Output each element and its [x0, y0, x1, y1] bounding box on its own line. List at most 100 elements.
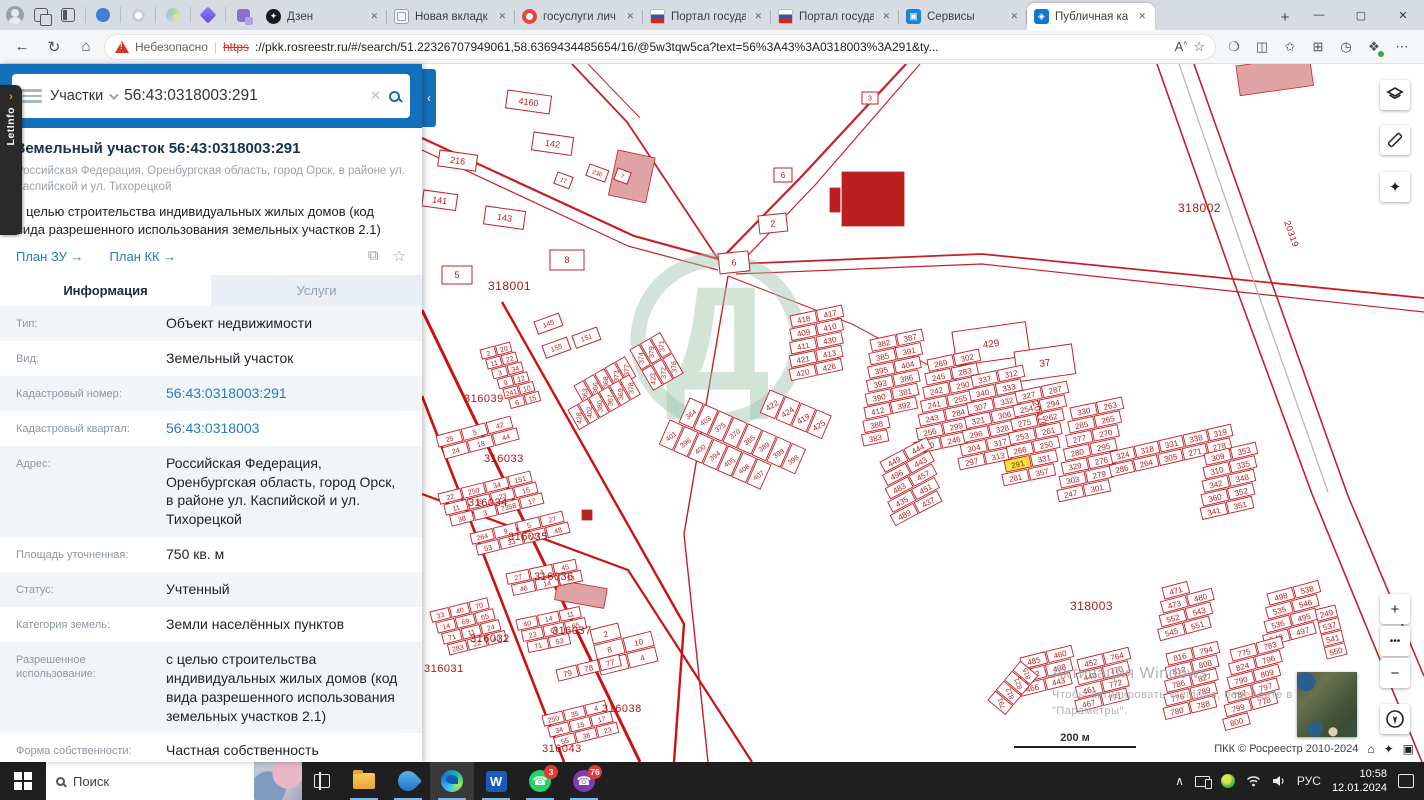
volume-icon[interactable]	[1272, 775, 1286, 787]
zoom-in-button[interactable]: +	[1380, 594, 1410, 624]
search-highlight-image[interactable]	[254, 762, 302, 800]
divider	[85, 7, 86, 23]
refresh-icon[interactable]: ↻	[40, 33, 68, 61]
edge-taskbar-icon[interactable]	[430, 762, 474, 800]
clear-search-icon[interactable]: ✕	[370, 88, 381, 104]
zoom-out-button[interactable]: −	[1380, 658, 1410, 688]
extension-diamond-icon[interactable]	[198, 5, 218, 25]
url-scheme: https	[223, 39, 250, 54]
tab-close-icon[interactable]: ✕	[752, 10, 764, 23]
browser-tab[interactable]: Публичная ка ✕	[1027, 3, 1155, 30]
panel-collapse-button[interactable]: ‹	[422, 69, 436, 127]
cast-device-icon[interactable]	[1194, 775, 1212, 789]
info-row-value-link[interactable]: 56:43:0318003:291	[166, 384, 406, 403]
browser-tab[interactable]: госуслуги лич ✕	[515, 3, 643, 30]
maximize-button[interactable]: ▢	[1340, 0, 1382, 30]
antivirus-icon[interactable]	[1220, 774, 1235, 788]
tab-title: Дзен	[287, 10, 314, 23]
info-row: Статус: Учтенный	[0, 572, 422, 608]
marker-button[interactable]: ✦	[1380, 172, 1410, 202]
tray-chevron-icon[interactable]: ∧	[1175, 774, 1184, 788]
star-icon[interactable]: ✦	[1384, 742, 1394, 756]
info-row-value-link[interactable]: 56:43:0318003	[166, 419, 406, 438]
explorer-taskbar-icon[interactable]	[342, 762, 386, 800]
svg-text:250: 250	[467, 487, 480, 497]
letinfo-sidebar-tab[interactable]: › LetInfo	[0, 85, 22, 235]
locate-button[interactable]	[1380, 704, 1410, 734]
tab-close-icon[interactable]: ✕	[1136, 10, 1148, 23]
tab-close-icon[interactable]: ✕	[624, 10, 636, 23]
star-icon[interactable]: ☆	[393, 247, 406, 265]
divider	[190, 7, 191, 23]
wifi-icon[interactable]	[1246, 775, 1261, 787]
favorite-star-icon[interactable]: ☆	[1193, 39, 1205, 55]
settings-more-icon[interactable]: ⋯	[1388, 33, 1416, 61]
browser-tab-strip: Дзен✕Новая вкладк✕госуслуги лич✕Портал г…	[0, 0, 1424, 30]
viber-taskbar-icon[interactable]: ☎ 76	[562, 762, 606, 800]
image-layer-icon[interactable]: ▣	[1403, 742, 1414, 756]
favorites-icon[interactable]: ✩	[1276, 33, 1304, 61]
task-view-button[interactable]	[302, 762, 342, 800]
tab-close-icon[interactable]: ✕	[368, 10, 380, 23]
plan-kk-link[interactable]: План КК →	[110, 249, 177, 264]
new-tab-button[interactable]: +	[1272, 4, 1298, 30]
map-canvas[interactable]: Д 4160 142 141 143 216 2 6 8 5 429 37 145 155 151 17 236…	[422, 64, 1424, 762]
photos-taskbar-icon[interactable]	[386, 762, 430, 800]
language-indicator[interactable]: РУС	[1297, 774, 1321, 788]
clock[interactable]: 10:58 12.01.2024	[1332, 767, 1387, 796]
browser-tab[interactable]: Сервисы ✕	[899, 3, 1027, 30]
extension-ring-icon[interactable]	[128, 5, 148, 25]
read-aloud-icon[interactable]: A˄	[1175, 39, 1188, 54]
svg-text:374: 374	[638, 352, 645, 364]
browser-tab[interactable]: Портал госуда ✕	[643, 3, 771, 30]
svg-text:318002: 318002	[1178, 201, 1221, 215]
tab-close-icon[interactable]: ✕	[1008, 10, 1020, 23]
extension-blue-icon[interactable]	[93, 5, 113, 25]
security-warning-label: Небезопасно	[135, 39, 208, 54]
close-button[interactable]: ✕	[1382, 0, 1424, 30]
tab-information[interactable]: Информация	[0, 275, 211, 307]
collections-icon[interactable]: ⊞	[1304, 33, 1332, 61]
address-bar[interactable]: Небезопасно | https ://pkk.rosreestr.ru/…	[104, 33, 1216, 60]
profile-avatar[interactable]	[6, 6, 24, 24]
browser-tab[interactable]: Дзен ✕	[259, 3, 387, 30]
svg-text:2: 2	[770, 218, 776, 228]
extension-squares-icon[interactable]	[233, 5, 253, 25]
history-icon[interactable]: ◷	[1332, 33, 1360, 61]
extensions-icon[interactable]: ❖	[1360, 33, 1388, 61]
browser-essentials-icon[interactable]: ❍	[1220, 33, 1248, 61]
whatsapp-taskbar-icon[interactable]: ☎ 3	[518, 762, 562, 800]
notification-center-icon[interactable]	[1398, 774, 1414, 788]
plan-zu-link[interactable]: План ЗУ →	[16, 249, 84, 264]
taskbar-search[interactable]: Поиск	[46, 762, 302, 800]
security-warning-icon[interactable]	[115, 40, 129, 53]
word-taskbar-icon[interactable]: W	[474, 762, 518, 800]
browser-tab[interactable]: Портал госуда ✕	[771, 3, 899, 30]
tab-groups-icon[interactable]	[31, 5, 52, 26]
search-bar[interactable]: Участки ✕	[12, 74, 410, 118]
search-input[interactable]	[124, 87, 363, 105]
tab-close-icon[interactable]: ✕	[880, 10, 892, 23]
vertical-tabs-icon[interactable]	[58, 5, 78, 25]
tab-services[interactable]: Услуги	[211, 275, 422, 307]
minimize-button[interactable]: —	[1298, 0, 1340, 30]
search-icon[interactable]	[389, 90, 400, 102]
home-icon[interactable]: ⌂	[1367, 742, 1374, 756]
menu-icon[interactable]	[22, 89, 42, 103]
layers-button[interactable]	[1380, 80, 1410, 110]
letinfo-arrow-icon: ›	[9, 91, 13, 103]
measure-button[interactable]	[1380, 125, 1410, 155]
cadastral-map-svg[interactable]: Д416014214114321626854293714515515117236…	[422, 64, 1424, 762]
tab-close-icon[interactable]: ✕	[496, 10, 508, 23]
extension-circle-icon[interactable]	[163, 5, 183, 25]
back-icon[interactable]: ←	[8, 33, 36, 61]
start-button[interactable]	[0, 762, 46, 800]
preview-icon[interactable]: ⧉	[368, 247, 379, 265]
more-tools-button[interactable]: •••	[1380, 626, 1410, 656]
home-icon[interactable]: ⌂	[72, 33, 100, 61]
browser-tab[interactable]: Новая вкладк ✕	[387, 3, 515, 30]
satellite-minimap[interactable]	[1297, 672, 1357, 737]
search-category-dropdown[interactable]: Участки	[50, 88, 120, 104]
split-screen-icon[interactable]: ◫	[1248, 33, 1276, 61]
parcel-description: с целью строительства индивидуальных жил…	[16, 204, 381, 237]
